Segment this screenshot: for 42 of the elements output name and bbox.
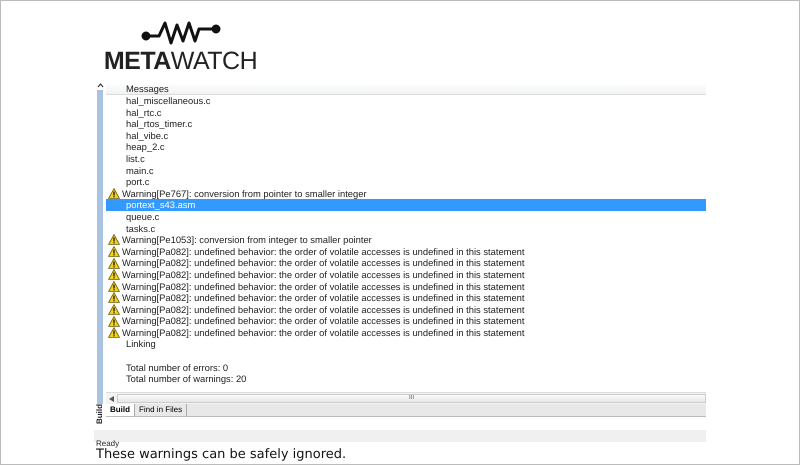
- message-text[interactable]: list.c: [126, 152, 145, 165]
- warning-message[interactable]: Warning[Pa082]: undefined behavior: the order of volatile accesses is undefined in this statement: [122, 326, 524, 338]
- warning-message[interactable]: Warning[Pa082]: undefined behavior: the order of volatile accesses is undefined in this statement: [122, 292, 524, 304]
- warning-message[interactable]: Warning[Pa082]: undefined behavior: the order of volatile accesses is undefined in this statement: [122, 268, 524, 280]
- caret-icon: [96, 83, 104, 88]
- message-text[interactable]: hal_rtos_timer.c: [126, 118, 192, 130]
- warning-message[interactable]: Warning[Pe767]: conversion from pointer to smaller integer: [122, 188, 367, 200]
- message-text[interactable]: main.c: [126, 164, 154, 176]
- warning-icon: [108, 269, 120, 280]
- warning-message[interactable]: Warning[Pa082]: undefined behavior: the order of volatile accesses is undefined in this statement: [122, 280, 524, 292]
- warning-icon: [108, 280, 120, 292]
- message-text[interactable]: hal_rtc.c: [126, 106, 162, 118]
- message-text[interactable]: hal_vibe.c: [126, 130, 168, 142]
- panel-tab[interactable]: Build: [106, 404, 135, 416]
- message-text[interactable]: Total number of errors: 0: [126, 362, 228, 374]
- status-text: Ready: [95, 438, 120, 448]
- message-text[interactable]: tasks.c: [126, 222, 156, 234]
- warning-icon: [108, 304, 120, 315]
- message-text[interactable]: Linking: [126, 338, 156, 350]
- warning-message[interactable]: Warning[Pa082]: undefined behavior: the order of volatile accesses is undefined in this statement: [122, 246, 524, 258]
- warning-icon: [108, 316, 120, 327]
- warning-icon: [108, 327, 120, 338]
- logo-text: METAWATCH: [104, 49, 258, 74]
- caption: These warnings can be safely ignored.: [95, 447, 346, 463]
- panel-tab[interactable]: Find in Files: [135, 404, 188, 416]
- message-text[interactable]: heap_2.c: [126, 141, 165, 153]
- left-arrow-icon[interactable]: [109, 396, 114, 402]
- warning-message[interactable]: Warning[Pa082]: undefined behavior: the order of volatile accesses is undefined in this statement: [122, 304, 524, 316]
- warning-icon: [108, 234, 120, 246]
- warning-icon: [108, 246, 120, 258]
- warning-message[interactable]: Warning[Pa082]: undefined behavior: the order of volatile accesses is undefined in this statement: [122, 257, 524, 269]
- warning-icon: [108, 292, 120, 304]
- message-text[interactable]: Total number of warnings: 20: [126, 373, 246, 385]
- warning-icon: [108, 258, 120, 269]
- message-text[interactable]: port.c: [126, 176, 150, 188]
- warning-message[interactable]: Warning[Pa082]: undefined behavior: the order of volatile accesses is undefined in this statement: [122, 315, 524, 327]
- panel-label: Build: [94, 404, 105, 424]
- warning-message[interactable]: Warning[Pe1053]: conversion from integer to smaller pointer: [122, 234, 372, 246]
- warning-icon: [108, 188, 120, 200]
- message-text[interactable]: hal_miscellaneous.c: [126, 95, 210, 107]
- column-header: Messages: [106, 82, 706, 95]
- message-text[interactable]: queue.c: [126, 210, 160, 223]
